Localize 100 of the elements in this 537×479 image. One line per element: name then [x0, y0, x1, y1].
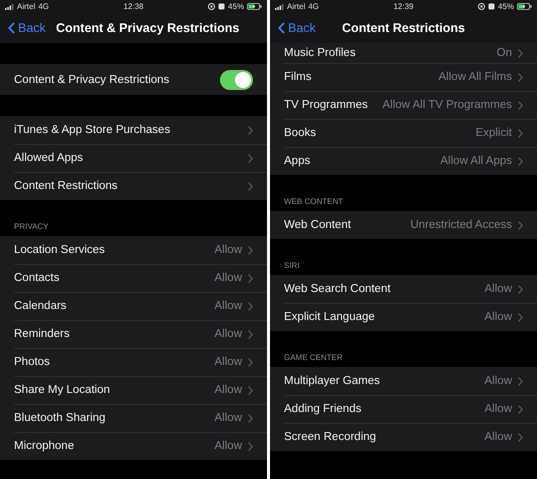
row-value: Allow	[214, 272, 242, 284]
row-value: Allow	[484, 311, 512, 323]
settings-row[interactable]: Reminders Allow	[0, 320, 267, 348]
row-label: Explicit Language	[284, 311, 375, 323]
chevron-icon	[248, 302, 253, 310]
row-value: Allow All Apps	[440, 155, 512, 167]
settings-row[interactable]: Microphone Allow	[0, 432, 267, 460]
row-label: Music Profiles	[284, 47, 356, 59]
settings-row[interactable]: Screen Recording Allow	[270, 423, 537, 451]
settings-row[interactable]: Share My Location Allow	[0, 376, 267, 404]
section-header: GAME CENTER	[284, 353, 343, 362]
row-label: Content Restrictions	[14, 180, 118, 192]
row-value: Allow	[484, 403, 512, 415]
back-button[interactable]: Back	[278, 21, 316, 35]
chevron-icon	[248, 414, 253, 422]
chevron-icon	[248, 358, 253, 366]
row-value: Allow	[484, 431, 512, 443]
settings-row[interactable]: Books Explicit	[270, 119, 537, 147]
row-value: Allow All Films	[438, 71, 512, 83]
rotation-lock-icon	[208, 3, 215, 10]
alarm-icon	[488, 3, 495, 10]
settings-row[interactable]: Location Services Allow	[0, 236, 267, 264]
row-value: Allow	[214, 440, 242, 452]
row-label: Share My Location	[14, 384, 110, 396]
settings-row[interactable]: Content Restrictions	[0, 172, 267, 200]
chevron-icon	[248, 154, 253, 162]
section-header: WEB CONTENT	[284, 197, 344, 206]
settings-row[interactable]: Explicit Language Allow	[270, 303, 537, 331]
chevron-icon	[518, 220, 523, 230]
rotation-lock-icon	[478, 3, 485, 10]
carrier-name: Airtel	[17, 2, 36, 11]
chevron-icon	[518, 312, 523, 322]
section-header: SIRI	[284, 261, 300, 270]
chevron-icon	[518, 376, 523, 386]
chevron-icon	[518, 72, 523, 82]
settings-row[interactable]: Multiplayer Games Allow	[270, 367, 537, 395]
chevron-icon	[518, 100, 523, 110]
settings-row[interactable]: Calendars Allow	[0, 292, 267, 320]
clock-time: 12:39	[393, 2, 414, 11]
row-value: Allow	[214, 384, 242, 396]
row-label: iTunes & App Store Purchases	[14, 124, 170, 136]
row-label: Apps	[284, 155, 310, 167]
back-chevron-icon	[278, 22, 285, 34]
row-value: Allow	[214, 412, 242, 424]
row-label: Location Services	[14, 244, 105, 256]
row-value: Unrestricted Access	[410, 219, 512, 231]
chevron-icon	[248, 246, 253, 254]
row-label: Films	[284, 71, 312, 83]
alarm-icon	[218, 3, 225, 10]
settings-row[interactable]: Apps Allow All Apps	[270, 147, 537, 175]
network-type: 4G	[308, 2, 319, 11]
chevron-icon	[248, 386, 253, 394]
row-label: Contacts	[14, 272, 60, 284]
row-label: Allowed Apps	[14, 152, 84, 164]
row-label: Multiplayer Games	[284, 375, 380, 387]
back-chevron-icon	[8, 22, 15, 34]
row-label: Calendars	[14, 300, 66, 312]
toggle-switch[interactable]	[220, 70, 253, 90]
row-value: Allow	[214, 300, 242, 312]
signal-icon	[275, 4, 284, 10]
row-value: Allow	[214, 244, 242, 256]
row-label: Photos	[14, 356, 50, 368]
settings-row[interactable]: Music Profiles On	[270, 43, 537, 63]
row-label: TV Programmes	[284, 99, 368, 111]
row-label: Web Content	[284, 219, 351, 231]
chevron-icon	[518, 128, 523, 138]
row-label: Content & Privacy Restrictions	[14, 74, 170, 86]
network-type: 4G	[38, 2, 49, 11]
battery-charging-icon	[517, 3, 532, 10]
row-label: Books	[284, 127, 316, 139]
carrier-name: Airtel	[287, 2, 306, 11]
chevron-icon	[248, 442, 253, 450]
settings-row[interactable]: Bluetooth Sharing Allow	[0, 404, 267, 432]
row-value: Explicit	[476, 127, 512, 139]
settings-row[interactable]: Contacts Allow	[0, 264, 267, 292]
nav-title: Content & Privacy Restrictions	[56, 21, 240, 35]
chevron-icon	[518, 404, 523, 414]
settings-row[interactable]: Web Search Content Allow	[270, 275, 537, 303]
row-value: Allow	[214, 328, 242, 340]
row-label: Reminders	[14, 328, 70, 340]
row-value: Allow	[214, 356, 242, 368]
settings-row[interactable]: iTunes & App Store Purchases	[0, 116, 267, 144]
chevron-icon	[518, 284, 523, 294]
settings-row[interactable]: Allowed Apps	[0, 144, 267, 172]
row-label: Web Search Content	[284, 283, 391, 295]
row-value: Allow	[484, 375, 512, 387]
chevron-icon	[248, 126, 253, 134]
settings-row[interactable]: Web Content Unrestricted Access	[270, 211, 537, 239]
battery-charging-icon	[247, 3, 262, 10]
chevron-icon	[248, 182, 253, 190]
settings-row[interactable]: Photos Allow	[0, 348, 267, 376]
row-value: Allow All TV Programmes	[382, 99, 512, 111]
chevron-icon	[518, 48, 523, 58]
section-header: PRIVACY	[14, 222, 49, 231]
settings-row[interactable]: Films Allow All Films	[270, 63, 537, 91]
back-button[interactable]: Back	[8, 21, 46, 35]
row-label: Bluetooth Sharing	[14, 412, 106, 424]
settings-row[interactable]: Adding Friends Allow	[270, 395, 537, 423]
row-value: On	[496, 47, 512, 59]
settings-row[interactable]: TV Programmes Allow All TV Programmes	[270, 91, 537, 119]
